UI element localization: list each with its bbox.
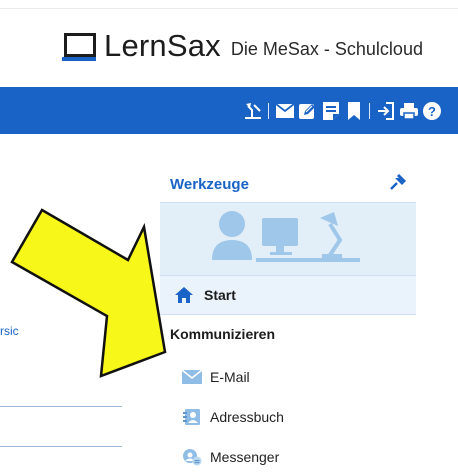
yellow-arrow-annotation — [10, 208, 167, 378]
